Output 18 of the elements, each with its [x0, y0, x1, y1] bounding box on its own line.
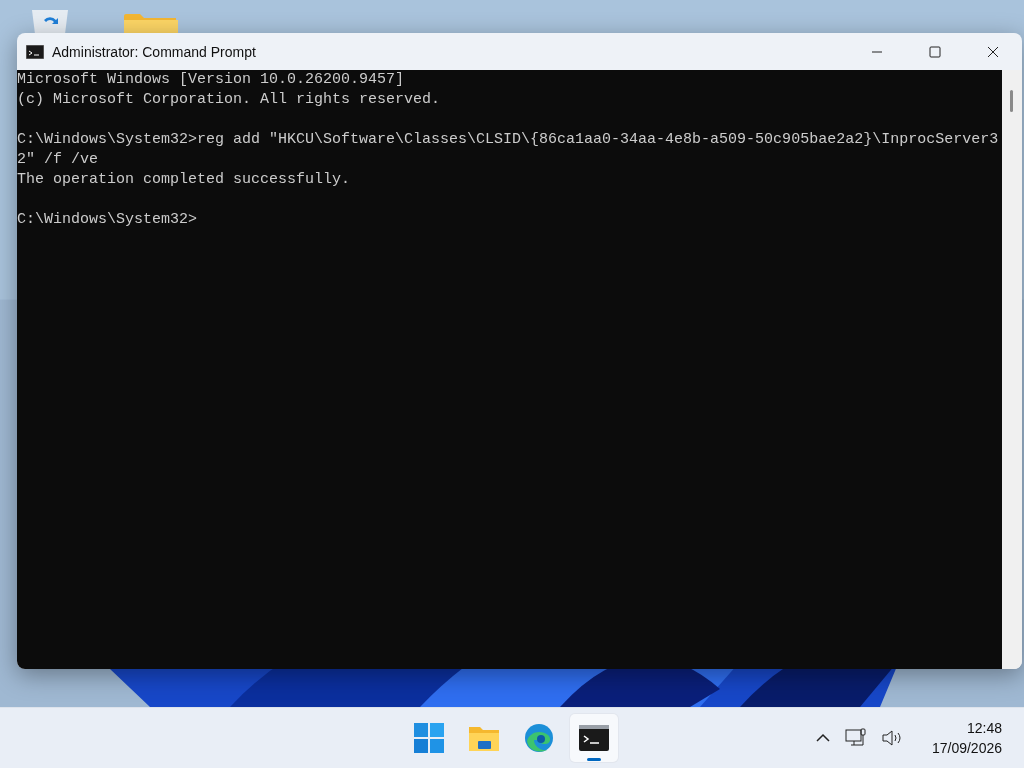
- taskbar-app-button[interactable]: [570, 714, 618, 762]
- console-line: The operation completed successfully.: [17, 170, 352, 190]
- window-title: Administrator: Command Prompt: [52, 43, 257, 60]
- console-line: Microsoft Windows [Version 10.0.26200.9457]: [17, 70, 406, 90]
- close-icon: [987, 45, 999, 58]
- scrollbar[interactable]: [1002, 70, 1022, 669]
- console-line: 2" /f /ve: [17, 150, 99, 170]
- console-line: C:\Windows\System32>: [17, 210, 199, 230]
- command-prompt-icon: [26, 44, 44, 59]
- edge-browser-icon: [524, 723, 554, 753]
- windows-logo-icon: [414, 723, 444, 753]
- clock-time[interactable]: 12:48: [966, 718, 1002, 738]
- folder-icon: [468, 724, 500, 752]
- console-line: (c) Microsoft Corporation. All rights reserved.: [17, 90, 442, 110]
- terminal-icon: [579, 725, 609, 751]
- console-line: C:\Windows\System32>reg add "HKCU\Software\Classes\CLSID\{86ca1aa0-34aa-4e8b-a509-50c905bae2a2}\InprocServer3: [17, 130, 1000, 150]
- maximize-icon: [929, 45, 941, 58]
- clock-date[interactable]: 17/09/2026: [931, 738, 1002, 758]
